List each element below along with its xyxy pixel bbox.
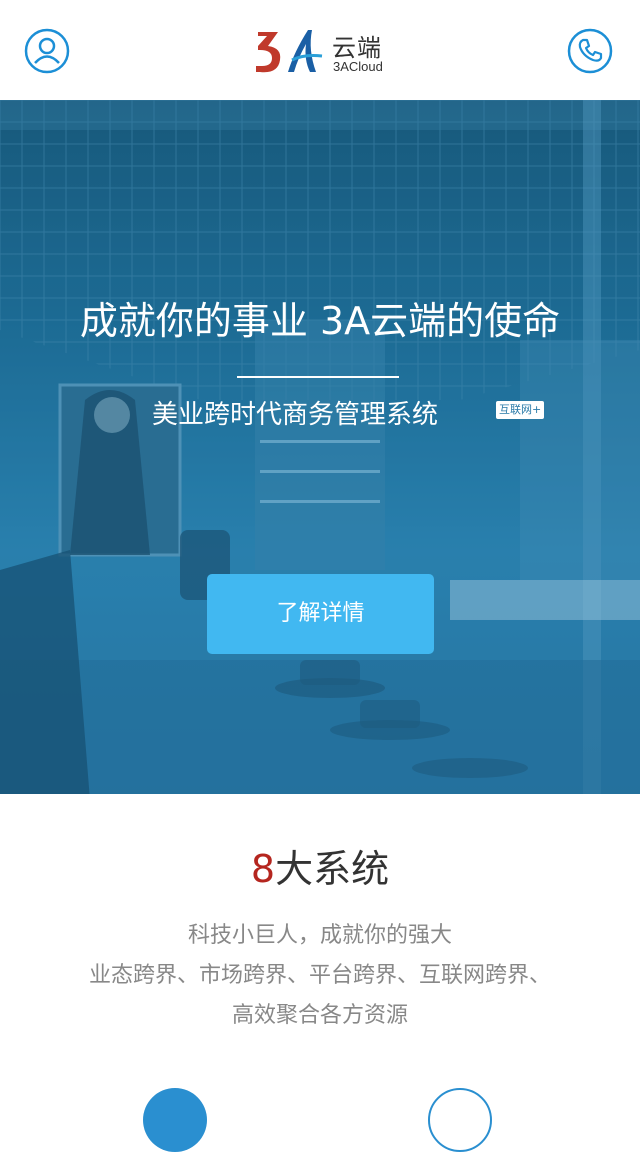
internet-plus-badge: 互联网+	[496, 401, 545, 419]
systems-desc-line-3: 高效聚合各方资源	[231, 1003, 408, 1028]
brand-logo[interactable]: 云端 3ACloud	[254, 26, 388, 78]
logo-english-text: 3ACloud	[333, 59, 383, 74]
logo-3a-mark	[256, 30, 323, 73]
top-header: 云端 3ACloud	[0, 0, 640, 100]
system-item-icon-1[interactable]	[143, 1088, 207, 1152]
user-icon	[24, 28, 70, 74]
systems-title-text: 大系统	[275, 847, 390, 891]
logo-chinese-text: 云端	[332, 34, 382, 62]
hero-divider	[237, 376, 399, 378]
systems-desc-line-2: 业态跨界、市场跨界、平台跨界、互联网跨界、	[88, 963, 551, 988]
phone-icon	[567, 28, 613, 74]
system-item-icon-2[interactable]	[428, 1088, 492, 1152]
systems-count: 8	[250, 847, 276, 891]
hero-subtitle: 美业跨时代商务管理系统	[152, 400, 439, 430]
user-button[interactable]	[24, 28, 70, 74]
learn-more-button[interactable]: 了解详情	[207, 574, 434, 654]
hero-banner: 成就你的事业 3A云端的使命 美业跨时代商务管理系统 互联网+ 了解详情	[0, 100, 640, 794]
salon-background-image	[0, 100, 640, 794]
systems-desc-line-1: 科技小巨人，成就你的强大	[187, 923, 452, 948]
systems-section-title: 8大系统	[0, 838, 640, 893]
hero-title: 成就你的事业 3A云端的使命	[79, 299, 561, 343]
phone-button[interactable]	[567, 28, 613, 74]
